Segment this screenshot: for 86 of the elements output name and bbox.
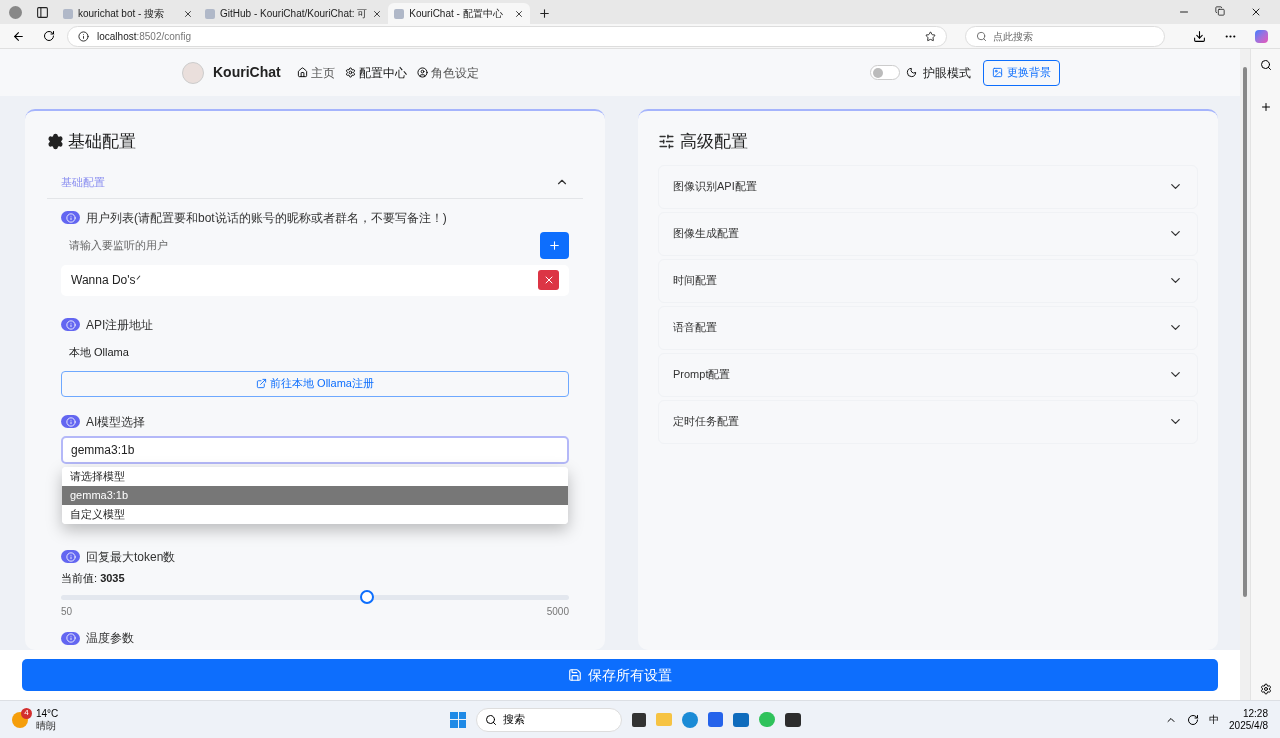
browser-tab[interactable]: kourichat bot - 搜索: [57, 3, 199, 24]
browser-tab[interactable]: KouriChat - 配置中心: [388, 3, 531, 24]
info-icon: [61, 550, 80, 563]
avatar-icon: [182, 61, 204, 84]
register-link-button[interactable]: 前往本地 Ollama注册: [61, 370, 569, 397]
card-title: 基础配置: [68, 131, 136, 153]
taskbar-search[interactable]: 搜索: [476, 707, 622, 732]
brand-name[interactable]: KouriChat: [213, 62, 281, 83]
card-title: 高级配置: [680, 131, 748, 153]
eye-mode-label: 护眼模式: [923, 64, 971, 82]
change-background-button[interactable]: 更换背景: [983, 59, 1060, 86]
field-label: 回复最大token数: [86, 548, 176, 566]
info-icon: [61, 631, 80, 645]
accordion-header[interactable]: 定时任务配置: [658, 399, 1198, 444]
accordion-header[interactable]: 时间配置: [658, 258, 1198, 303]
weather-temperature: 14°C: [36, 707, 59, 720]
clock-time: 12:28: [1242, 707, 1268, 720]
gear-icon: [47, 133, 64, 151]
browser-tab[interactable]: GitHub - KouriChat/KouriChat: 可: [199, 3, 389, 24]
reload-icon[interactable]: [43, 30, 55, 42]
field-label: 用户列表(请配置要和bot说话的账号的昵称或者群名，不要写备注！): [86, 209, 447, 227]
info-icon: [78, 30, 89, 42]
star-icon[interactable]: [925, 30, 936, 42]
toggle-switch[interactable]: [870, 65, 900, 80]
remove-button[interactable]: [538, 270, 559, 290]
add-icon[interactable]: [1259, 101, 1272, 113]
search-icon: [485, 713, 497, 726]
weather-condition: 晴朗: [36, 719, 57, 732]
plus-icon: [548, 238, 561, 252]
new-tab-icon[interactable]: [538, 7, 552, 20]
add-button[interactable]: [540, 231, 569, 259]
back-icon[interactable]: [12, 29, 25, 43]
close-icon[interactable]: [372, 8, 383, 19]
min-label: 50: [61, 605, 73, 619]
tab-title: kourichat bot - 搜索: [78, 7, 166, 21]
moon-icon: [906, 67, 917, 78]
close-icon[interactable]: [183, 8, 193, 19]
address-text: localhost:8502/config: [97, 29, 191, 44]
settings-icon[interactable]: [1259, 683, 1272, 695]
accordion-header[interactable]: 图像识别API配置: [658, 164, 1198, 209]
accordion-header[interactable]: 图像生成配置: [658, 211, 1198, 256]
info-icon: [61, 318, 80, 331]
slider-thumb[interactable]: [360, 590, 375, 604]
nav-link[interactable]: 主页: [310, 63, 335, 82]
nav-link[interactable]: 配置中心: [358, 63, 407, 82]
tab-title: KouriChat - 配置中心: [409, 7, 504, 21]
save-button[interactable]: 保存所有设置: [22, 659, 1218, 691]
search-icon: [976, 30, 987, 42]
image-icon: [992, 67, 1003, 78]
info-icon: [61, 415, 80, 428]
accordion-header[interactable]: 语音配置: [658, 305, 1198, 350]
page-icon: [63, 8, 73, 19]
sidebar-toggle-icon[interactable]: [36, 5, 49, 19]
field-label: AI模型选择: [86, 413, 146, 431]
start-icon[interactable]: [450, 711, 466, 728]
field-label: API注册地址: [86, 316, 154, 334]
external-link-icon: [256, 378, 268, 389]
accordion-header[interactable]: Prompt配置: [658, 352, 1198, 397]
field-label: 温度参数: [86, 630, 134, 647]
user-icon: [416, 67, 428, 78]
max-label: 5000: [546, 605, 569, 619]
model-select[interactable]: gemma3:1b: [61, 435, 569, 464]
tab-title: GitHub - KouriChat/KouriChat: 可: [220, 7, 368, 21]
save-icon: [568, 668, 582, 682]
page-icon: [394, 8, 405, 19]
restore-icon[interactable]: [1215, 6, 1225, 18]
home-icon: [296, 67, 308, 78]
page-icon: [205, 8, 215, 19]
search-icon[interactable]: [1259, 59, 1272, 71]
profile-icon[interactable]: [9, 5, 22, 19]
download-icon[interactable]: [1193, 29, 1206, 43]
nav-link[interactable]: 角色设定: [430, 63, 479, 82]
close-icon[interactable]: [514, 8, 525, 19]
close-icon[interactable]: [1250, 6, 1262, 18]
sync-icon[interactable]: [1187, 713, 1200, 726]
address-bar[interactable]: localhost:8502/config: [67, 25, 947, 47]
search-field[interactable]: 点此搜索: [965, 25, 1165, 47]
info-icon: [61, 211, 80, 224]
current-value: 当前值: 3035: [61, 570, 126, 586]
input-method[interactable]: 中: [1209, 712, 1220, 727]
user-name: Wanna Do'sᐟ: [71, 272, 141, 289]
dropdown-option[interactable]: 请选择模型: [62, 466, 568, 486]
sliders-icon: [658, 133, 675, 151]
clock-date: 2025/4/8: [1229, 719, 1268, 732]
notification-badge: 4: [21, 707, 32, 719]
gear-icon: [344, 67, 356, 78]
